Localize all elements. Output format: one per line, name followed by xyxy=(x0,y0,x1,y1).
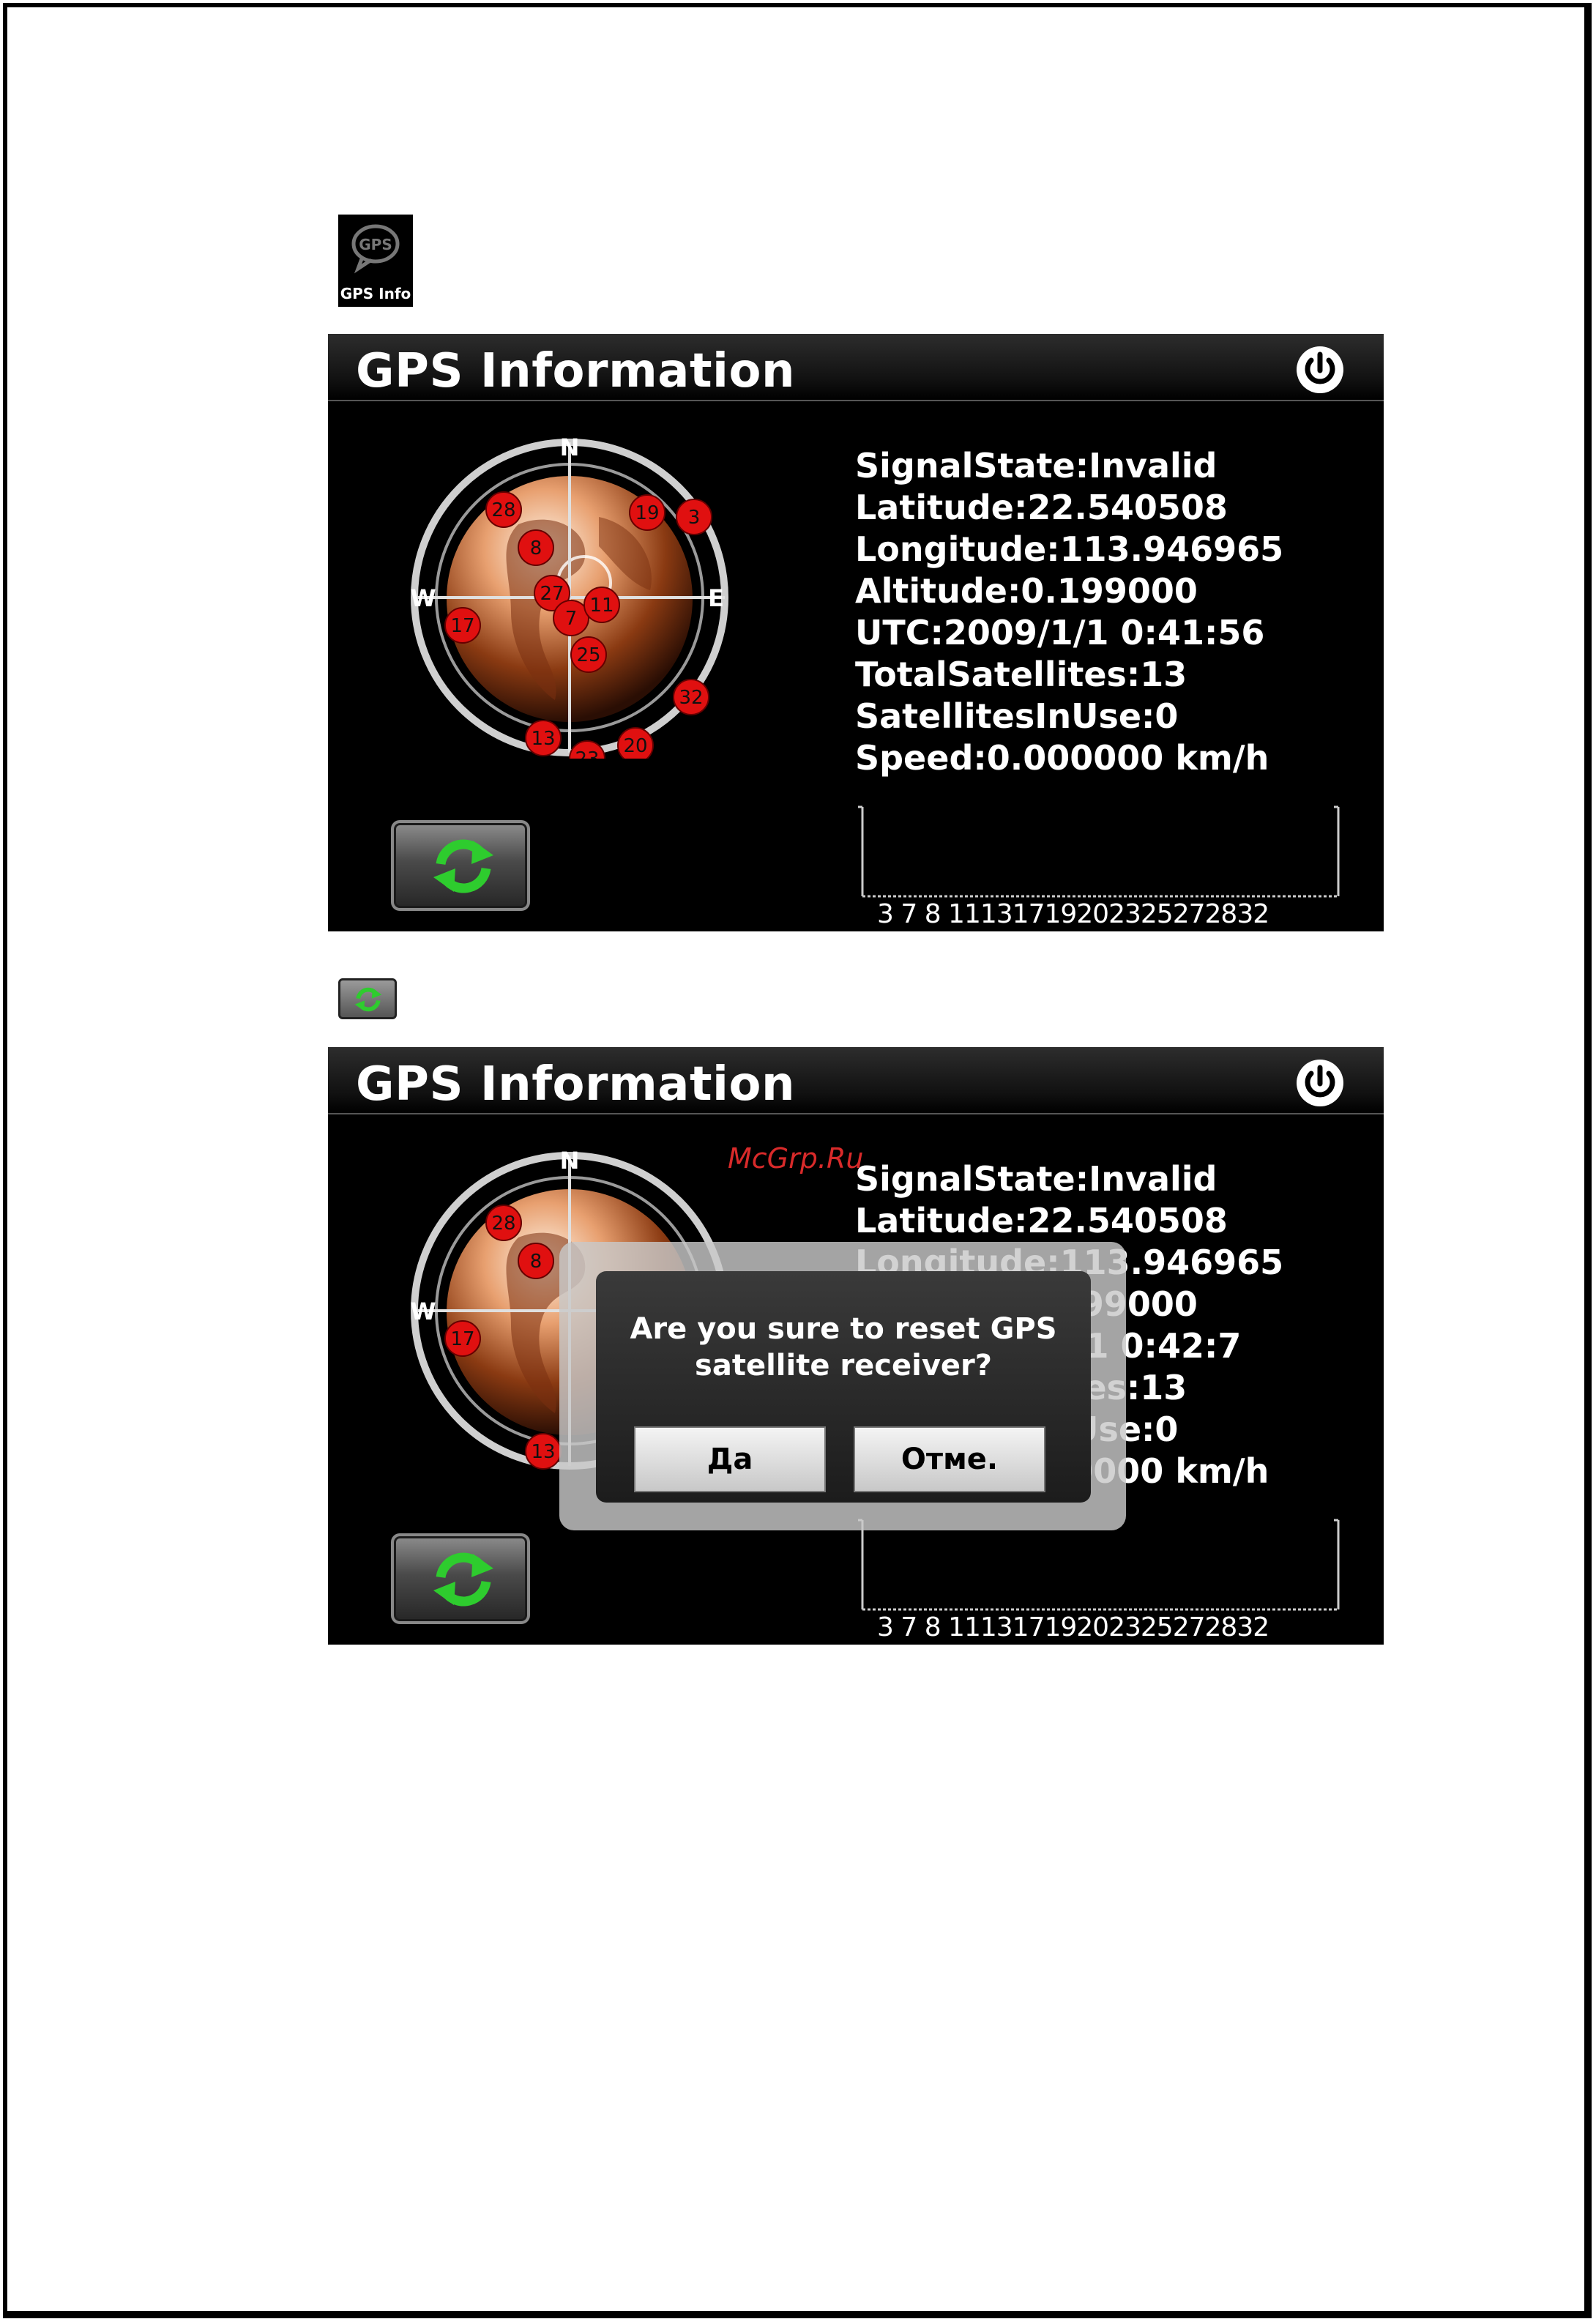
satellite-id-labels: 3 7 8 11131719202325272832 xyxy=(877,1612,1269,1642)
dialog-body: Are you sure to reset GPS satellite rece… xyxy=(596,1271,1091,1503)
satellite-13: 13 xyxy=(525,720,562,756)
svg-text:17: 17 xyxy=(450,615,474,637)
satellite-25: 25 xyxy=(570,636,607,673)
title-bar: GPS Information xyxy=(328,1047,1384,1114)
refresh-arrows-icon xyxy=(433,1552,493,1607)
svg-text:19: 19 xyxy=(635,502,659,524)
refresh-arrows-icon xyxy=(433,839,493,893)
svg-text:20: 20 xyxy=(623,735,647,757)
cancel-button[interactable]: Отме. xyxy=(854,1426,1045,1492)
gps-speech-bubble-icon: GPS xyxy=(351,224,400,274)
satellite-17: 17 xyxy=(444,607,481,644)
power-icon[interactable] xyxy=(1294,1057,1346,1109)
total-satellites: TotalSatellites:13 xyxy=(855,655,1187,694)
svg-text:13: 13 xyxy=(531,728,555,750)
gps-info-app-icon[interactable]: GPS GPS Info xyxy=(338,215,413,307)
power-icon[interactable] xyxy=(1294,344,1346,395)
svg-text:11: 11 xyxy=(589,595,614,617)
satellite-id-labels: 3 7 8 11131719202325272832 xyxy=(877,899,1269,929)
satellite-8: 8 xyxy=(518,1243,554,1279)
svg-text:17: 17 xyxy=(450,1328,474,1350)
satellites-in-use: SatellitesInUse:0 xyxy=(855,696,1179,736)
satellite-28: 28 xyxy=(485,491,522,528)
dialog-message: Are you sure to reset GPS satellite rece… xyxy=(630,1312,1057,1382)
svg-text:8: 8 xyxy=(530,1251,542,1273)
latitude: Latitude:22.540508 xyxy=(855,1201,1228,1240)
satellite-23: 23 xyxy=(569,740,605,759)
watermark: McGrp.Ru xyxy=(728,1142,864,1175)
satellite-7: 7 xyxy=(553,600,589,636)
refresh-arrows-icon xyxy=(354,987,382,1012)
refresh-mini-icon[interactable] xyxy=(338,978,397,1019)
gps-information-screen-2: GPS Information N W 28 8 17 13 SignalSta… xyxy=(328,1047,1384,1645)
satellite-20: 20 xyxy=(617,727,654,759)
app-icon-label: GPS Info xyxy=(340,285,411,302)
reset-gps-button[interactable] xyxy=(391,1533,530,1624)
satellite-19: 19 xyxy=(629,494,665,531)
satellite-radar: N E W 28 8 19 3 27 7 11 17 25 32 13 20 2… xyxy=(410,436,728,759)
satellite-3: 3 xyxy=(676,499,712,535)
svg-text:GPS: GPS xyxy=(359,236,392,253)
satellite-8: 8 xyxy=(518,529,554,566)
svg-text:7: 7 xyxy=(565,608,578,630)
svg-text:25: 25 xyxy=(576,644,600,666)
altitude: Altitude:0.199000 xyxy=(855,571,1198,611)
svg-text:27: 27 xyxy=(540,583,564,605)
screen-title: GPS Information xyxy=(356,344,795,398)
satellite-32: 32 xyxy=(673,679,709,715)
signal-state: SignalState:Invalid xyxy=(855,1159,1217,1199)
compass-n: N xyxy=(560,436,580,461)
longitude: Longitude:113.946965 xyxy=(855,529,1284,569)
satellite-17: 17 xyxy=(444,1320,481,1357)
svg-text:13: 13 xyxy=(531,1441,555,1463)
svg-text:28: 28 xyxy=(491,1213,515,1235)
screen-title: GPS Information xyxy=(356,1057,795,1112)
signal-state: SignalState:Invalid xyxy=(855,446,1217,485)
title-bar: GPS Information xyxy=(328,334,1384,401)
svg-text:8: 8 xyxy=(530,537,542,559)
gps-info-panel: SignalState:Invalid Latitude:22.540508 L… xyxy=(855,445,1368,779)
reset-confirm-dialog: Are you sure to reset GPS satellite rece… xyxy=(559,1242,1126,1530)
utc-time: UTC:2009/1/1 0:41:56 xyxy=(855,613,1265,652)
satellite-13: 13 xyxy=(525,1433,562,1470)
latitude: Latitude:22.540508 xyxy=(855,488,1228,527)
svg-text:32: 32 xyxy=(679,687,703,709)
svg-text:28: 28 xyxy=(491,499,515,521)
svg-text:23: 23 xyxy=(575,748,599,759)
gps-information-screen-1: GPS Information N E W 28 8 19 3 27 7 11 … xyxy=(328,334,1384,931)
yes-button[interactable]: Да xyxy=(634,1426,826,1492)
compass-e: E xyxy=(708,584,724,612)
compass-w: W xyxy=(410,584,436,612)
speed: Speed:0.000000 km/h xyxy=(855,738,1269,778)
satellite-28: 28 xyxy=(485,1205,522,1241)
satellite-11: 11 xyxy=(583,587,620,623)
svg-text:3: 3 xyxy=(688,507,701,529)
compass-n: N xyxy=(560,1150,580,1175)
compass-w: W xyxy=(410,1298,436,1325)
reset-gps-button[interactable] xyxy=(391,820,530,911)
